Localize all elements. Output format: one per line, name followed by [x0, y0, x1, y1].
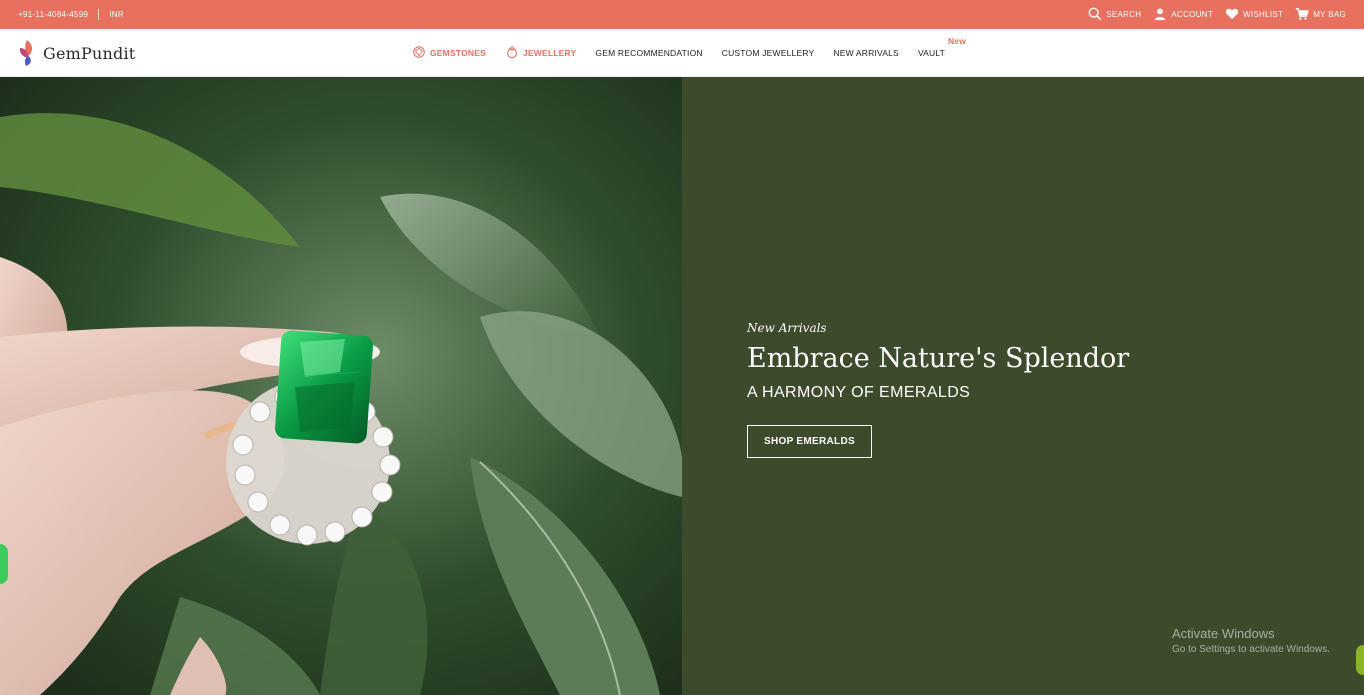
nav-jewellery[interactable]: JEWELLERY [505, 45, 576, 61]
search-link[interactable]: SEARCH [1088, 7, 1141, 23]
new-badge: New [947, 36, 967, 46]
nav-gemstones[interactable]: GEMSTONES [412, 45, 486, 61]
nav-custom-jewellery-label: CUSTOM JEWELLERY [721, 48, 815, 58]
nav-vault[interactable]: VAULT New [917, 36, 966, 58]
top-utility-bar: +91-11-4084-4599 INR SEARCH ACCOUNT WISH… [0, 0, 1364, 29]
nav-gemstones-label: GEMSTONES [430, 48, 486, 58]
user-icon [1153, 7, 1167, 23]
account-label: ACCOUNT [1171, 10, 1214, 19]
currency-selector[interactable]: INR [109, 10, 124, 19]
site-logo[interactable]: GemPundit [16, 38, 135, 68]
nav-new-arrivals[interactable]: NEW ARRIVALS [833, 48, 899, 58]
nav-gem-recommendation[interactable]: GEM RECOMMENDATION [595, 48, 702, 58]
hero-banner: New Arrivals Embrace Nature's Splendor A… [0, 77, 1364, 695]
heart-icon [1225, 7, 1239, 23]
bag-label: MY BAG [1313, 10, 1346, 19]
primary-nav: GEMSTONES JEWELLERY GEM RECOMMENDATION C… [412, 29, 966, 77]
help-widget-button[interactable] [1356, 645, 1364, 675]
gem-icon [412, 45, 426, 61]
hero-emerald-ring-image [0, 77, 682, 695]
hero-subtitle: A HARMONY OF EMERALDS [747, 384, 971, 401]
topbar-left: +91-11-4084-4599 INR [18, 9, 124, 20]
hero-text-panel: New Arrivals Embrace Nature's Splendor A… [682, 77, 1364, 695]
nav-vault-label: VAULT [917, 48, 946, 58]
shop-emeralds-button[interactable]: SHOP EMERALDS [747, 425, 872, 458]
nav-gem-recommendation-label: GEM RECOMMENDATION [595, 48, 703, 58]
watermark-title: Activate Windows [1172, 626, 1275, 641]
topbar-right: SEARCH ACCOUNT WISHLIST MY BAG [1088, 7, 1346, 23]
ring-icon [505, 45, 519, 61]
hero-kicker: New Arrivals [747, 321, 827, 335]
bag-link[interactable]: MY BAG [1295, 7, 1346, 23]
divider [98, 9, 100, 20]
watermark-subtitle: Go to Settings to activate Windows. [1172, 644, 1330, 655]
windows-activation-watermark: Activate Windows Go to Settings to activ… [1172, 626, 1330, 655]
chat-widget-button[interactable] [0, 544, 8, 584]
nav-custom-jewellery[interactable]: CUSTOM JEWELLERY [722, 48, 815, 58]
account-link[interactable]: ACCOUNT [1153, 7, 1213, 23]
logo-mark-icon [16, 38, 38, 68]
phone-number[interactable]: +91-11-4084-4599 [18, 10, 88, 19]
main-navbar: GemPundit GEMSTONES JEWELLERY GEM RECOMM… [0, 29, 1364, 77]
nav-jewellery-label: JEWELLERY [522, 48, 577, 58]
cart-icon [1295, 7, 1310, 23]
nav-new-arrivals-label: NEW ARRIVALS [833, 48, 899, 58]
logo-text: GemPundit [43, 43, 136, 63]
search-label: SEARCH [1106, 10, 1142, 19]
hero-content: New Arrivals Embrace Nature's Splendor A… [747, 321, 1129, 458]
wishlist-link[interactable]: WISHLIST [1225, 7, 1283, 23]
wishlist-label: WISHLIST [1243, 10, 1284, 19]
hero-title: Embrace Nature's Splendor [747, 343, 1130, 374]
search-icon [1088, 7, 1102, 23]
